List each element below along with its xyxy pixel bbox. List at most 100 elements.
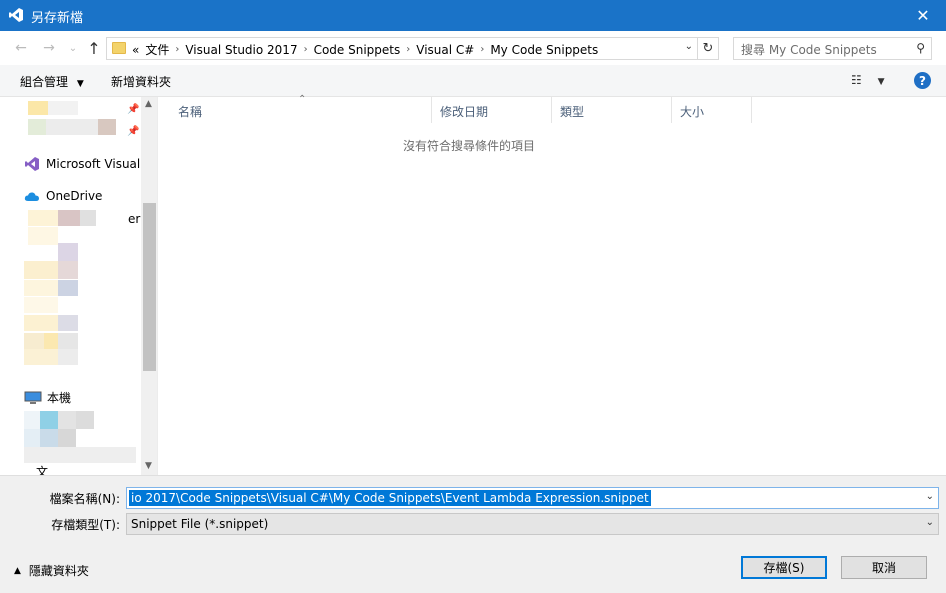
refresh-button[interactable]: ↻ <box>698 37 719 60</box>
nav-item-this-pc[interactable]: 本機 <box>24 389 71 406</box>
redacted-item <box>24 280 58 296</box>
help-button[interactable]: ? <box>914 72 931 89</box>
nav-item-onedrive[interactable]: OneDrive <box>24 189 102 203</box>
help-icon: ? <box>919 73 926 88</box>
redacted-item <box>40 411 58 429</box>
navigation-row: ← → ⌄ ↑ « 文件 › Visual Studio 2017 › Code… <box>0 31 946 65</box>
up-button[interactable]: ↑ <box>85 38 103 58</box>
pin-icon[interactable]: 📌 <box>127 126 139 137</box>
hide-folders-button[interactable]: ▲ 隱藏資料夾 <box>14 562 89 579</box>
search-input[interactable]: 搜尋 My Code Snippets <box>741 41 877 58</box>
column-header-name[interactable]: 名稱 <box>170 97 432 123</box>
redacted-item <box>58 261 78 279</box>
hide-folders-label: 隱藏資料夾 <box>28 564 89 578</box>
scroll-down-icon[interactable]: ▼ <box>145 461 152 471</box>
breadcrumb-item[interactable]: My Code Snippets <box>490 43 598 57</box>
back-arrow-icon: ← <box>15 40 27 56</box>
breadcrumb-item[interactable]: Code Snippets <box>314 43 401 57</box>
organize-label: 組合管理 <box>20 75 69 89</box>
redacted-item <box>24 447 136 463</box>
filetype-value: Snippet File (*.snippet) <box>131 517 269 531</box>
breadcrumb-item[interactable]: 文件 <box>145 41 169 58</box>
close-icon: ✕ <box>916 6 930 25</box>
redacted-item <box>58 349 78 365</box>
scroll-up-icon[interactable]: ▲ <box>145 99 152 109</box>
redacted-item <box>98 119 116 135</box>
organize-menu-button[interactable]: 組合管理 ▼ <box>20 73 84 90</box>
redacted-item <box>24 297 58 313</box>
breadcrumb-item[interactable]: Visual Studio 2017 <box>185 43 297 57</box>
redacted-item <box>58 429 76 447</box>
filetype-select[interactable]: Snippet File (*.snippet) ⌄ <box>126 513 939 535</box>
pin-icon[interactable]: 📌 <box>127 104 139 115</box>
column-header-date-modified[interactable]: 修改日期 <box>432 97 552 123</box>
forward-button[interactable]: → <box>40 39 58 57</box>
chevron-down-icon: ⌄ <box>68 42 78 54</box>
address-dropdown-icon[interactable]: ⌄ <box>685 41 693 52</box>
dropdown-caret-icon: ▼ <box>76 79 84 89</box>
redacted-item <box>24 333 44 349</box>
breadcrumb-separator-icon[interactable]: › <box>406 44 410 55</box>
search-box[interactable]: 搜尋 My Code Snippets ⚲ <box>733 37 932 60</box>
nav-item-microsoft-visual[interactable]: Microsoft Visual <box>24 156 140 172</box>
redacted-item <box>58 280 78 296</box>
column-header-size[interactable]: 大小 <box>672 97 752 123</box>
column-header-type[interactable]: 類型 <box>552 97 672 123</box>
save-button[interactable]: 存檔(S) <box>741 556 827 579</box>
back-button[interactable]: ← <box>12 39 30 57</box>
nav-item-label: 本機 <box>47 391 72 405</box>
nav-scrollbar[interactable]: ▲ ▼ <box>141 97 157 475</box>
up-arrow-icon: ↑ <box>87 38 101 58</box>
redacted-item <box>28 101 48 115</box>
recent-locations-button[interactable]: ⌄ <box>64 39 82 57</box>
breadcrumb: « 文件 › Visual Studio 2017 › Code Snippet… <box>132 41 604 58</box>
redacted-item <box>28 227 58 245</box>
visual-studio-icon <box>9 8 23 22</box>
redacted-item <box>80 210 96 226</box>
scrollbar-thumb[interactable] <box>143 203 156 371</box>
nav-item-label: 文 <box>36 465 49 475</box>
empty-results-message: 沒有符合搜尋條件的項目 <box>402 139 535 153</box>
filename-field[interactable]: io 2017\Code Snippets\Visual C#\My Code … <box>126 487 939 509</box>
nav-item-label: OneDrive <box>46 189 103 203</box>
chevron-down-icon[interactable]: ⌄ <box>926 517 934 528</box>
redacted-item <box>24 349 58 365</box>
address-bar[interactable]: « 文件 › Visual Studio 2017 › Code Snippet… <box>106 37 698 60</box>
redacted-item <box>24 429 40 447</box>
folder-icon <box>112 42 126 54</box>
save-form: 檔案名稱(N): io 2017\Code Snippets\Visual C#… <box>0 475 946 593</box>
nav-item-documents-partial[interactable]: 文 <box>36 463 48 475</box>
title-bar: 另存新檔 ✕ <box>0 0 946 31</box>
file-list[interactable]: ⌃ 名稱 修改日期 類型 大小 沒有符合搜尋條件的項目 <box>159 94 946 475</box>
redacted-item <box>40 429 58 447</box>
redacted-item <box>24 261 58 279</box>
redacted-item <box>58 210 80 226</box>
chevron-up-icon: ▲ <box>14 565 21 576</box>
breadcrumb-separator-icon[interactable]: › <box>480 44 484 55</box>
visual-studio-icon <box>25 157 39 171</box>
forward-arrow-icon: → <box>43 40 55 56</box>
search-icon[interactable]: ⚲ <box>916 41 925 55</box>
window-title: 另存新檔 <box>31 11 84 26</box>
close-button[interactable]: ✕ <box>900 0 946 31</box>
breadcrumb-separator-icon[interactable]: › <box>175 44 179 55</box>
onedrive-icon <box>24 192 39 201</box>
breadcrumb-overflow[interactable]: « <box>132 43 139 57</box>
redacted-item <box>28 210 58 226</box>
redacted-item <box>28 119 46 135</box>
new-folder-button[interactable]: 新增資料夾 <box>111 73 171 90</box>
chevron-down-icon[interactable]: ⌄ <box>926 491 934 502</box>
redacted-item <box>48 101 78 115</box>
redacted-item <box>58 333 78 349</box>
breadcrumb-item[interactable]: Visual C# <box>416 43 474 57</box>
breadcrumb-separator-icon[interactable]: › <box>304 44 308 55</box>
redacted-item <box>24 411 40 429</box>
nav-item-partial[interactable]: er <box>128 212 140 226</box>
change-view-button[interactable]: ☷ ▼ <box>851 73 885 87</box>
dropdown-caret-icon: ▼ <box>877 77 885 87</box>
redacted-item <box>58 315 78 331</box>
view-options-icon: ☷ <box>851 73 862 87</box>
cancel-button[interactable]: 取消 <box>841 556 927 579</box>
filename-input[interactable]: io 2017\Code Snippets\Visual C#\My Code … <box>129 490 651 506</box>
computer-icon <box>24 391 42 404</box>
